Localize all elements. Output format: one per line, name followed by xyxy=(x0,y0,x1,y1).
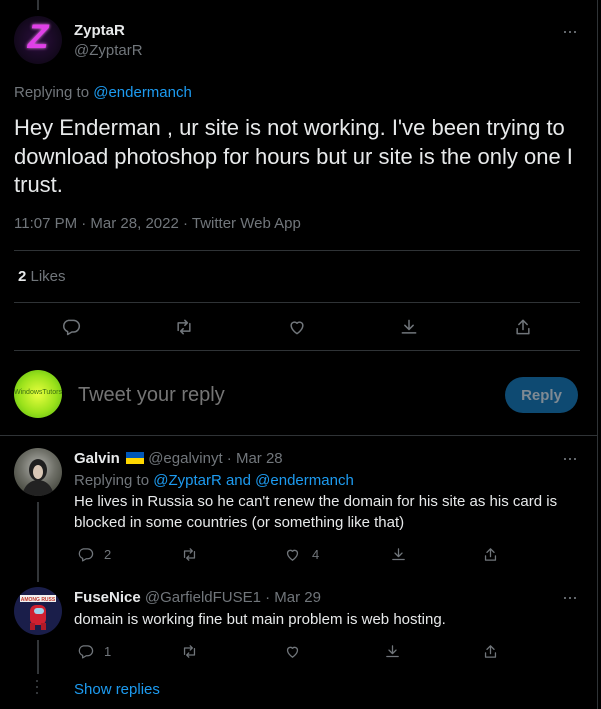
my-avatar-text: WindowsTutors xyxy=(14,389,62,396)
download-icon[interactable] xyxy=(381,640,403,662)
likes-label: Likes xyxy=(26,268,66,285)
divider xyxy=(14,250,580,251)
retweet-icon[interactable] xyxy=(173,316,195,338)
avatar-banner-text: AMONG RUSS xyxy=(21,597,56,603)
divider xyxy=(14,350,580,351)
avatar[interactable] xyxy=(14,448,62,496)
reply-display-name: Galvin xyxy=(74,450,120,467)
reply-count: 1 xyxy=(104,644,112,659)
likes-stat[interactable]: 2 Likes xyxy=(18,268,66,285)
divider xyxy=(0,435,597,436)
reply-author[interactable]: FuseNice @GarfieldFUSE1 · Mar 29 xyxy=(74,589,321,606)
retweet-icon[interactable] xyxy=(178,543,200,565)
download-icon[interactable] xyxy=(398,316,420,338)
tweet-timestamp[interactable]: 11:07 PM · Mar 28, 2022 · Twitter Web Ap… xyxy=(14,215,301,232)
like-icon[interactable] xyxy=(286,316,308,338)
more-icon[interactable]: ··· xyxy=(562,448,578,469)
replying-and: and xyxy=(225,472,251,489)
replying-to-link[interactable]: @endermanch xyxy=(255,472,354,489)
reply-text: domain is working fine but main problem … xyxy=(74,611,446,628)
avatar[interactable]: AMONG RUSS xyxy=(14,587,62,635)
retweet-icon[interactable] xyxy=(178,640,200,662)
thread-line-top xyxy=(37,0,39,10)
show-replies-link[interactable]: Show replies xyxy=(74,681,160,698)
share-icon[interactable] xyxy=(479,543,501,565)
like-icon[interactable] xyxy=(281,640,303,662)
reply-replying-to: Replying to @ZyptarR and @endermanch xyxy=(74,472,354,489)
like-count: 4 xyxy=(312,547,320,562)
reply-button[interactable]: Reply xyxy=(505,377,578,413)
reply-input[interactable] xyxy=(76,383,460,408)
replying-prefix: Replying to xyxy=(74,472,150,489)
download-icon[interactable] xyxy=(387,543,409,565)
reply-display-name: FuseNice xyxy=(74,589,141,606)
more-icon[interactable]: ··· xyxy=(562,587,578,608)
replying-to: Replying to @endermanch xyxy=(14,84,192,101)
replying-to-link[interactable]: @endermanch xyxy=(93,84,192,101)
share-icon[interactable] xyxy=(512,316,534,338)
thread-line xyxy=(37,640,39,674)
tweet-text: Hey Enderman , ur site is not working. I… xyxy=(14,115,573,197)
my-avatar[interactable]: WindowsTutors xyxy=(14,370,62,418)
reply-handle-time: @GarfieldFUSE1 · Mar 29 xyxy=(144,589,321,606)
reply-icon[interactable] xyxy=(60,316,82,338)
replying-prefix: Replying to xyxy=(14,84,90,101)
column-border xyxy=(597,0,598,709)
thread-dots xyxy=(36,680,39,700)
ukraine-flag-icon xyxy=(126,452,145,464)
author-handle[interactable]: @ZyptarR xyxy=(74,42,143,59)
avatar-glyph: Z xyxy=(27,18,49,56)
reply-handle-time: @egalvinyt · Mar 28 xyxy=(148,450,283,467)
reply-icon[interactable] xyxy=(74,543,96,565)
replying-to-link[interactable]: @ZyptarR xyxy=(153,472,222,489)
thread-line xyxy=(37,502,39,582)
avatar[interactable]: Z xyxy=(14,16,62,64)
divider xyxy=(14,302,580,303)
more-icon[interactable]: ··· xyxy=(562,21,578,42)
reply-author[interactable]: Galvin @egalvinyt · Mar 28 xyxy=(74,450,283,467)
main-tweet-header: Z ZyptaR @ZyptarR xyxy=(14,16,584,68)
share-icon[interactable] xyxy=(479,640,501,662)
author-display-name[interactable]: ZyptaR xyxy=(74,22,143,39)
author-block: ZyptaR @ZyptarR xyxy=(74,22,143,59)
reply-icon[interactable] xyxy=(74,640,96,662)
reply-count: 2 xyxy=(104,547,112,562)
like-icon[interactable] xyxy=(281,543,303,565)
reply-text: He lives in Russia so he can't renew the… xyxy=(74,493,558,531)
